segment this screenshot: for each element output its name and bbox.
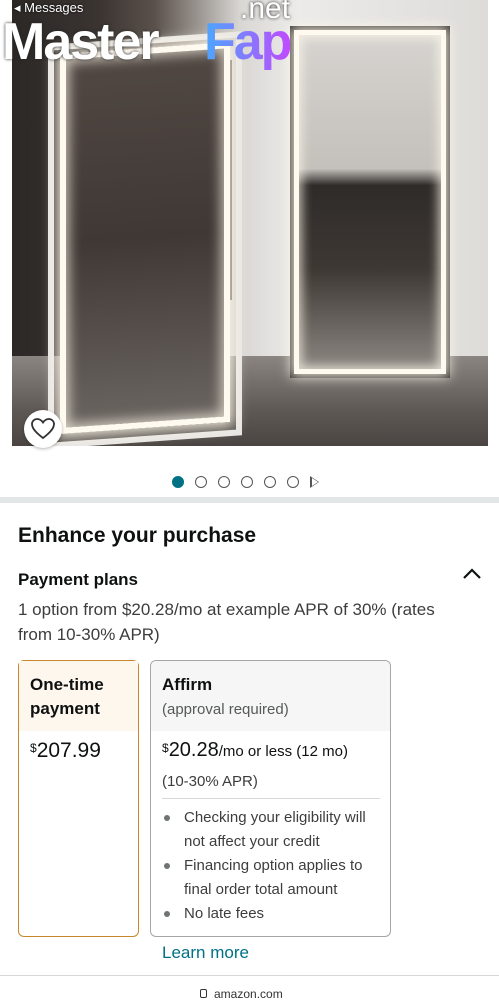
browser-bottom-bar: amazon.com bbox=[0, 985, 499, 1000]
affirm-apr: (10-30% APR) bbox=[162, 773, 258, 790]
affirm-subtitle: (approval required) bbox=[162, 701, 289, 718]
carousel-dot[interactable] bbox=[287, 476, 299, 488]
bullet-icon bbox=[164, 911, 170, 917]
list-item: No late fees bbox=[162, 902, 384, 926]
image-carousel-dots bbox=[172, 476, 319, 488]
card-header: One-time payment bbox=[19, 661, 138, 731]
heart-icon bbox=[31, 418, 55, 440]
url-text[interactable]: amazon.com bbox=[214, 987, 283, 1000]
list-item: Financing option applies to final order … bbox=[162, 854, 384, 902]
affirm-title: Affirm bbox=[162, 675, 213, 694]
one-time-price: $207.99 bbox=[30, 739, 101, 763]
one-time-payment-option[interactable]: One-time payment $207.99 bbox=[18, 660, 139, 937]
benefit-text: Checking your eligibility will not affec… bbox=[184, 809, 366, 850]
currency-symbol: $ bbox=[30, 741, 37, 755]
currency-symbol: $ bbox=[162, 741, 169, 755]
card-header: Affirm (approval required) bbox=[151, 661, 390, 731]
product-image-area: ◂ Messages Master Fap .net bbox=[0, 0, 499, 460]
price-value: 207.99 bbox=[36, 739, 101, 762]
list-item: Checking your eligibility will not affec… bbox=[162, 806, 384, 854]
bullet-icon bbox=[164, 815, 170, 821]
image-mirror-right bbox=[294, 30, 446, 374]
image-mirror-left bbox=[60, 42, 230, 434]
card-separator bbox=[162, 798, 380, 799]
lock-icon bbox=[200, 989, 207, 998]
learn-more-link[interactable]: Learn more bbox=[162, 943, 249, 963]
wishlist-button[interactable] bbox=[24, 410, 62, 448]
watermark-suffix: .net bbox=[240, 0, 291, 25]
benefit-text: Financing option applies to final order … bbox=[184, 857, 363, 898]
section-divider bbox=[0, 497, 499, 503]
price-suffix: /mo or less (12 mo) bbox=[218, 743, 348, 760]
bullet-icon bbox=[164, 863, 170, 869]
watermark-part1: Master bbox=[2, 13, 160, 71]
price-value: 20.28 bbox=[168, 739, 219, 761]
benefit-text: No late fees bbox=[184, 905, 265, 922]
play-icon[interactable] bbox=[310, 476, 319, 488]
carousel-dot[interactable] bbox=[264, 476, 276, 488]
affirm-price: $20.28/mo or less (12 mo) bbox=[162, 739, 348, 762]
affirm-benefits-list: Checking your eligibility will not affec… bbox=[162, 806, 384, 926]
payment-plans-description: 1 option from $20.28/mo at example APR o… bbox=[18, 600, 435, 644]
chevron-up-icon[interactable] bbox=[462, 566, 482, 580]
carousel-dot[interactable] bbox=[195, 476, 207, 488]
carousel-dot[interactable] bbox=[218, 476, 230, 488]
bottom-divider bbox=[0, 975, 499, 976]
one-time-title: One-time payment bbox=[30, 675, 104, 718]
section-title: Enhance your purchase bbox=[18, 524, 257, 547]
payment-plans-title[interactable]: Payment plans bbox=[18, 570, 138, 590]
carousel-dot[interactable] bbox=[241, 476, 253, 488]
carousel-dot[interactable] bbox=[172, 476, 184, 488]
affirm-payment-option[interactable]: Affirm (approval required) $20.28/mo or … bbox=[150, 660, 391, 937]
